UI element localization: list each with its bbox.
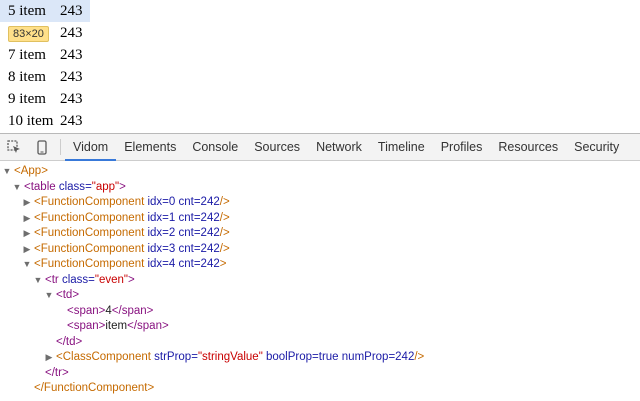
tree-node-function-component-close: </FunctionComponent> — [34, 382, 155, 394]
tree-node-td[interactable]: ▼ <td> — [0, 288, 640, 304]
collapsed-triangle-icon[interactable]: ▶ — [44, 350, 54, 366]
table-row: 5 item 243 — [0, 0, 90, 22]
collapsed-triangle-icon[interactable]: ▶ — [22, 242, 32, 258]
app-table: 5 item 243 83×20 243 7 item 243 8 item 2… — [0, 0, 90, 132]
expanded-triangle-icon[interactable]: ▼ — [2, 164, 12, 180]
item-label: 9 item — [8, 91, 46, 107]
item-label: 8 item — [8, 69, 46, 85]
devtools-toolbar: Vidom Elements Console Sources Network T… — [0, 134, 640, 161]
tree-node-table[interactable]: ▼ <table class="app"> — [0, 180, 640, 196]
table-row: 10 item 243 — [0, 110, 90, 132]
tree-node-function-component-expanded[interactable]: ▼ <FunctionComponent idx=4 cnt=242> — [0, 257, 640, 273]
item-label: 7 item — [8, 47, 46, 63]
tab-elements[interactable]: Elements — [116, 134, 184, 160]
tree-node-function-component[interactable]: ▶ <FunctionComponent idx=2 cnt=242/> — [0, 226, 640, 242]
item-value: 243 — [60, 91, 83, 107]
expanded-triangle-icon[interactable]: ▼ — [12, 180, 22, 196]
devtools-panel: Vidom Elements Console Sources Network T… — [0, 133, 640, 401]
tab-vidom[interactable]: Vidom — [65, 134, 117, 161]
item-value: 243 — [60, 25, 83, 41]
tab-resources[interactable]: Resources — [490, 134, 566, 160]
table-row: 83×20 243 — [0, 22, 90, 44]
item-label: 5 item — [0, 0, 56, 22]
size-tooltip-badge: 83×20 — [8, 25, 49, 42]
device-mode-icon[interactable] — [28, 134, 56, 160]
expanded-triangle-icon[interactable]: ▼ — [33, 273, 43, 289]
expanded-triangle-icon[interactable]: ▼ — [44, 288, 54, 304]
item-value: 243 — [56, 0, 90, 22]
page-preview: 5 item 243 83×20 243 7 item 243 8 item 2… — [0, 0, 640, 133]
tree-node-span[interactable]: <span>4</span> — [0, 304, 640, 320]
tree-node-class-component[interactable]: ▶ <ClassComponent strProp="stringValue" b… — [0, 350, 640, 366]
tab-timeline[interactable]: Timeline — [370, 134, 433, 160]
item-label: 10 item — [8, 113, 54, 129]
tree-node-tr[interactable]: ▼ <tr class="even"> — [0, 273, 640, 289]
tree-node-span[interactable]: <span>item</span> — [0, 319, 640, 335]
tree-node-tr-close: </tr> — [45, 366, 69, 379]
table-row: 9 item 243 — [0, 88, 90, 110]
table-row: 7 item 243 — [0, 44, 90, 66]
tab-security[interactable]: Security — [566, 134, 627, 160]
tab-console[interactable]: Console — [184, 134, 246, 160]
toolbar-divider — [60, 139, 61, 155]
item-value: 243 — [60, 69, 83, 85]
tab-profiles[interactable]: Profiles — [433, 134, 491, 160]
tree-node-function-component[interactable]: ▶ <FunctionComponent idx=0 cnt=242/> — [0, 195, 640, 211]
item-value: 243 — [60, 47, 83, 63]
item-value: 243 — [60, 113, 83, 129]
collapsed-triangle-icon[interactable]: ▶ — [22, 226, 32, 242]
expanded-triangle-icon[interactable]: ▼ — [22, 257, 32, 273]
tree-node-function-component[interactable]: ▶ <FunctionComponent idx=1 cnt=242/> — [0, 211, 640, 227]
tree-node-td-close: </td> — [56, 335, 83, 348]
tab-network[interactable]: Network — [308, 134, 370, 160]
table-row: 8 item 243 — [0, 66, 90, 88]
collapsed-triangle-icon[interactable]: ▶ — [22, 195, 32, 211]
component-tree: ▼ <App> ▼ <table class="app"> ▶ <FunctionCo… — [0, 161, 640, 397]
tree-node-function-component[interactable]: ▶ <FunctionComponent idx=3 cnt=242/> — [0, 242, 640, 258]
tab-sources[interactable]: Sources — [246, 134, 308, 160]
tree-node-app[interactable]: ▼ <App> — [0, 164, 640, 180]
inspect-element-icon[interactable] — [0, 134, 28, 160]
collapsed-triangle-icon[interactable]: ▶ — [22, 211, 32, 227]
